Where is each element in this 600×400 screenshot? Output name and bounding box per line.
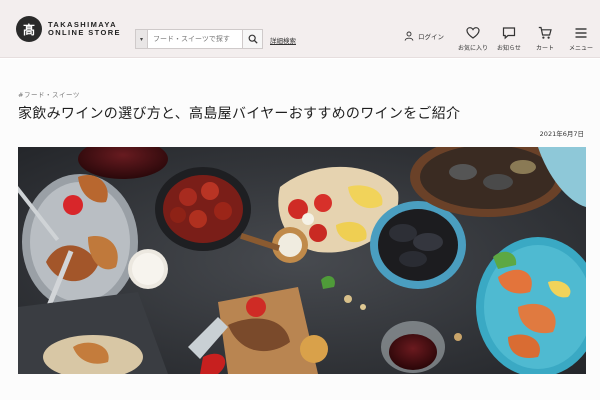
search-button[interactable]	[243, 29, 263, 49]
cart-icon	[538, 26, 552, 39]
logo-line2: ONLINE STORE	[48, 28, 121, 37]
page: 髙 TAKASHIMAYA ONLINE STORE ▾ 詳細検索 ログイン お…	[0, 0, 600, 400]
search-input[interactable]	[147, 29, 243, 49]
publish-date: 2021年6月7日	[539, 130, 584, 138]
menu-label: メニュー	[568, 45, 593, 52]
menu-button[interactable]: メニュー	[563, 26, 599, 52]
login-button[interactable]: ログイン	[404, 31, 444, 41]
notifications-button[interactable]: お知らせ	[491, 26, 527, 52]
site-logo[interactable]: 髙 TAKASHIMAYA ONLINE STORE	[16, 16, 121, 42]
logo-mark-icon: 髙	[16, 16, 42, 42]
message-icon	[502, 27, 516, 40]
cart-button[interactable]: カート	[527, 26, 563, 52]
page-title: 家飲みワインの選び方と、高島屋バイヤーおすすめのワインをご紹介	[18, 106, 461, 122]
site-header: 髙 TAKASHIMAYA ONLINE STORE ▾ 詳細検索 ログイン お…	[0, 0, 600, 58]
category-tag[interactable]: #フード・スイーツ	[18, 89, 80, 99]
cart-label: カート	[535, 45, 554, 52]
caret-down-icon: ▾	[139, 35, 143, 43]
search-category-dropdown[interactable]: ▾	[135, 29, 147, 49]
logo-text: TAKASHIMAYA ONLINE STORE	[48, 21, 121, 37]
food-spread-illustration	[18, 147, 586, 374]
user-icon	[404, 31, 414, 41]
favorites-button[interactable]: お気に入り	[455, 26, 491, 52]
search-bar: ▾	[135, 29, 263, 49]
notifications-label: お知らせ	[497, 45, 521, 52]
hero-image	[18, 147, 586, 374]
menu-icon	[575, 28, 587, 38]
heart-icon	[466, 27, 480, 39]
search-icon	[248, 34, 258, 44]
login-label: ログイン	[418, 33, 444, 41]
favorites-label: お気に入り	[457, 45, 488, 52]
header-nav: お気に入り お知らせ カート メニュー	[455, 26, 599, 52]
advanced-search-link[interactable]: 詳細検索	[270, 35, 296, 45]
